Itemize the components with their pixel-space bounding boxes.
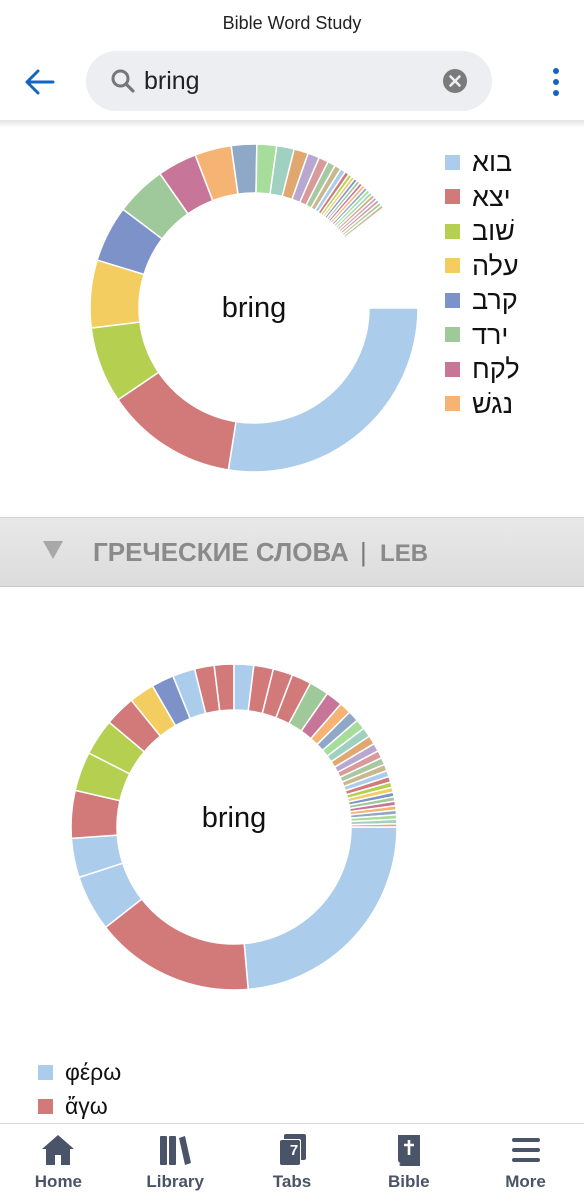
donut-segment[interactable] <box>350 823 398 828</box>
donut-center-label: bring <box>222 292 287 324</box>
search-input[interactable]: bring <box>144 51 200 111</box>
legend-label: יצא <box>472 181 511 212</box>
home-icon <box>42 1135 75 1165</box>
tabs-count-badge: 7 <box>289 1142 299 1159</box>
legend-swatch <box>445 154 460 170</box>
greek-words-section-header[interactable]: ГРЕЧЕСКИЕ СЛОВА | LEB <box>0 517 584 587</box>
section-title: ГРЕЧЕСКИЕ СЛОВА | LEB <box>93 518 428 586</box>
legend-swatch <box>445 189 460 205</box>
donut-segment[interactable] <box>243 826 398 991</box>
greek-word-donut-chart[interactable]: bring <box>0 640 430 1010</box>
legend-swatch <box>445 223 460 239</box>
legend-label: שׁוב <box>472 216 515 247</box>
legend-item[interactable]: עלה <box>445 249 520 284</box>
nav-bible-label: Bible <box>388 1172 430 1191</box>
nav-tabs[interactable]: 7 Tabs <box>234 1124 351 1201</box>
nav-more[interactable]: More <box>467 1124 584 1201</box>
bottom-navigation: Home Library 7 Tabs Bible More <box>0 1123 584 1201</box>
more-icon <box>511 1138 540 1162</box>
legend-item[interactable]: שׁוב <box>445 214 520 249</box>
back-button[interactable] <box>18 60 62 104</box>
donut-segment[interactable] <box>104 897 250 991</box>
legend-label: φέρω <box>65 1059 122 1085</box>
nav-bible[interactable]: Bible <box>350 1124 467 1201</box>
greek-legend: φέρω ἄγω <box>38 1055 121 1123</box>
hebrew-word-donut-chart[interactable]: bring <box>0 120 430 500</box>
legend-item[interactable]: ἄγω <box>38 1089 121 1123</box>
library-icon <box>160 1136 192 1165</box>
legend-swatch <box>445 258 460 274</box>
legend-item[interactable]: בוא <box>445 145 520 180</box>
legend-item[interactable]: ירד <box>445 318 520 353</box>
search-box[interactable]: bring <box>86 51 492 111</box>
donut-center-label: bring <box>202 802 267 834</box>
legend-label: ירד <box>472 319 509 350</box>
legend-swatch <box>445 327 460 343</box>
search-icon <box>111 69 135 93</box>
legend-swatch <box>445 361 460 377</box>
legend-label: לקח <box>472 354 520 385</box>
nav-more-label: More <box>505 1172 546 1191</box>
app-title: Bible Word Study <box>222 13 362 33</box>
collapse-triangle-icon[interactable] <box>43 541 63 559</box>
legend-swatch <box>445 396 460 412</box>
legend-item[interactable]: נגשׁ <box>445 387 520 422</box>
section-title-text: ГРЕЧЕСКИЕ СЛОВА <box>93 537 349 567</box>
legend-item[interactable]: φέρω <box>38 1055 121 1089</box>
bible-icon <box>397 1135 420 1166</box>
overflow-menu-button[interactable] <box>546 60 566 104</box>
nav-home[interactable]: Home <box>0 1124 117 1201</box>
legend-item[interactable]: לקח <box>445 352 520 387</box>
back-arrow-icon <box>25 69 55 95</box>
legend-label: ἄγω <box>65 1093 108 1119</box>
legend-swatch <box>445 292 460 308</box>
legend-label: קרב <box>472 285 518 316</box>
menu-dot-icon <box>553 68 559 74</box>
donut-segment[interactable] <box>227 307 419 473</box>
nav-library-label: Library <box>146 1172 205 1191</box>
nav-home-label: Home <box>34 1172 83 1191</box>
hebrew-legend: בוא יצא שׁוב עלה קרב ירד לקח נגשׁ <box>445 145 520 421</box>
clear-search-icon[interactable] <box>442 68 468 94</box>
legend-label: בוא <box>472 147 513 178</box>
nav-tabs-label: Tabs <box>272 1172 312 1191</box>
menu-dot-icon <box>553 90 559 96</box>
section-version: LEB <box>380 540 429 567</box>
nav-library[interactable]: Library <box>117 1124 234 1201</box>
legend-label: נגשׁ <box>472 388 514 419</box>
menu-dot-icon <box>553 79 559 85</box>
section-separator: | <box>360 537 367 567</box>
legend-item[interactable]: יצא <box>445 180 520 215</box>
legend-swatch <box>38 1098 53 1114</box>
legend-swatch <box>38 1064 53 1080</box>
legend-label: עלה <box>472 250 519 281</box>
legend-item[interactable]: קרב <box>445 283 520 318</box>
